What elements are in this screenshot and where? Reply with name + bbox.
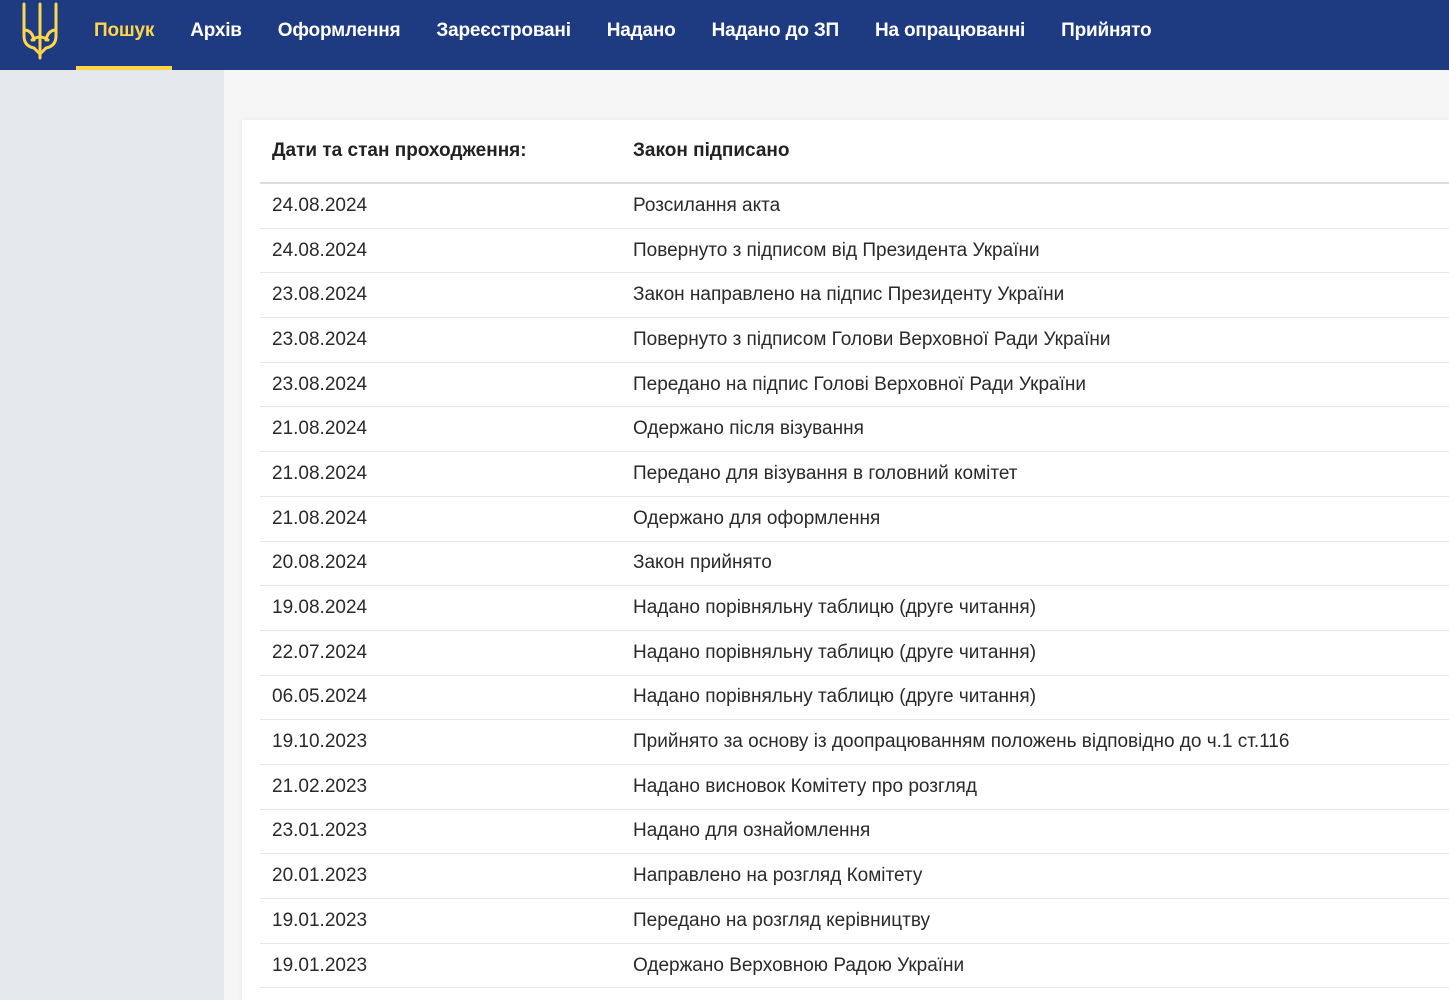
table-row: 21.08.2024 Одержано для оформлення [260, 497, 1449, 542]
table-row: 23.01.2023 Надано для ознайомлення [260, 810, 1449, 855]
table-row: 20.08.2024 Закон прийнято [260, 542, 1449, 587]
table-row: 23.08.2024 Передано на підпис Голові Верх… [260, 363, 1449, 408]
row-date: 23.01.2023 [272, 820, 368, 842]
nav-tab-search[interactable]: Пошук [76, 0, 173, 70]
row-date: 19.01.2023 [272, 909, 368, 931]
table-row: 21.08.2024 Передано для візування в голов… [260, 452, 1449, 497]
row-status: Повернуто з підписом від Президента Укра… [633, 239, 1040, 261]
row-status: Передано для візування в головний коміте… [633, 462, 1018, 484]
status-history-card: Дати та стан проходження: Закон підписан… [242, 120, 1449, 1000]
row-date: 24.08.2024 [272, 194, 368, 216]
table-row: 24.08.2024 Повернуто з підписом від Прези… [260, 229, 1449, 274]
row-status: Повернуто з підписом Голови Верховної Ра… [633, 328, 1111, 350]
table-row: 22.07.2024 Надано порівняльну таблицю (др… [260, 631, 1449, 676]
row-date: 21.08.2024 [272, 418, 368, 440]
row-status: Одержано для оформлення [633, 507, 881, 529]
row-status: Закон прийнято [633, 552, 772, 574]
row-status: Передано на підпис Голові Верховної Ради… [633, 373, 1086, 395]
header-dates-label: Дати та стан проходження: [272, 140, 527, 161]
row-status: Передано на розгляд керівництву [633, 909, 930, 931]
row-date: 20.01.2023 [272, 865, 368, 887]
row-status: Одержано Верховною Радою України [633, 954, 965, 976]
table-row: 21.02.2023 Надано висновок Комітету про р… [260, 765, 1449, 810]
row-date: 24.08.2024 [272, 239, 368, 261]
table-row: 19.01.2023 Одержано Верховною Радою Украї… [260, 944, 1449, 989]
main-nav: Пошук Архів Оформлення Зареєстровані Над… [76, 0, 1169, 70]
row-date: 23.08.2024 [272, 373, 368, 395]
row-status: Направлено на розгляд Комітету [633, 865, 923, 887]
row-date: 21.08.2024 [272, 462, 368, 484]
row-date: 19.01.2023 [272, 954, 368, 976]
nav-tab-submitted[interactable]: Надано [589, 0, 694, 70]
table-row: 21.08.2024 Одержано після візування [260, 407, 1449, 453]
nav-tab-archive[interactable]: Архів [172, 0, 260, 70]
table-header: Дати та стан проходження: Закон підписан… [260, 120, 1449, 184]
row-date: 22.07.2024 [272, 641, 368, 663]
table-row: 06.05.2024 Надано порівняльну таблицю (др… [260, 676, 1449, 721]
nav-tab-registered[interactable]: Зареєстровані [418, 0, 588, 70]
table-row: 19.01.2023 Передано на розгляд керівництв… [260, 899, 1449, 944]
table-row: 20.01.2023 Направлено на розгляд Комітету [260, 854, 1449, 899]
header-current-status: Закон підписано [633, 140, 790, 161]
nav-tab-submitted-to-zp[interactable]: Надано до ЗП [694, 0, 857, 70]
nav-tab-formatting[interactable]: Оформлення [260, 0, 419, 70]
row-date: 19.08.2024 [272, 597, 368, 619]
table-row: 23.08.2024 Повернуто з підписом Голови Ве… [260, 318, 1449, 363]
row-date: 23.08.2024 [272, 284, 368, 306]
row-status: Надано порівняльну таблицю (друге читанн… [633, 597, 1037, 619]
top-navigation-bar: Пошук Архів Оформлення Зареєстровані Над… [0, 0, 1449, 70]
row-date: 20.08.2024 [272, 552, 368, 574]
row-status: Прийнято за основу із доопрацюванням пол… [633, 731, 1290, 753]
row-status: Надано висновок Комітету про розгляд [633, 775, 977, 797]
row-date: 06.05.2024 [272, 686, 368, 708]
nav-tab-adopted[interactable]: Прийнято [1043, 0, 1169, 70]
row-date: 21.08.2024 [272, 507, 368, 529]
table-row: 24.08.2024 Розсилання акта [260, 184, 1449, 229]
nav-tab-in-processing[interactable]: На опрацюванні [857, 0, 1043, 70]
table-row: 19.10.2023 Прийнято за основу із доопрацю… [260, 720, 1449, 765]
row-status: Надано порівняльну таблицю (друге читанн… [633, 686, 1037, 708]
table-row: 19.08.2024 Надано порівняльну таблицю (др… [260, 586, 1449, 631]
row-status: Закон направлено на підпис Президенту Ук… [633, 284, 1065, 306]
row-date: 19.10.2023 [272, 731, 368, 753]
row-date: 23.08.2024 [272, 328, 368, 350]
row-status: Розсилання акта [633, 194, 781, 216]
status-history-table: Дати та стан проходження: Закон підписан… [260, 120, 1449, 989]
table-row: 23.08.2024 Закон направлено на підпис Пре… [260, 273, 1449, 319]
row-date: 21.02.2023 [272, 775, 368, 797]
row-status: Надано порівняльну таблицю (друге читанн… [633, 641, 1037, 663]
row-status: Одержано після візування [633, 418, 864, 440]
row-status: Надано для ознайомлення [633, 820, 871, 842]
trident-logo-icon[interactable] [18, 0, 62, 60]
